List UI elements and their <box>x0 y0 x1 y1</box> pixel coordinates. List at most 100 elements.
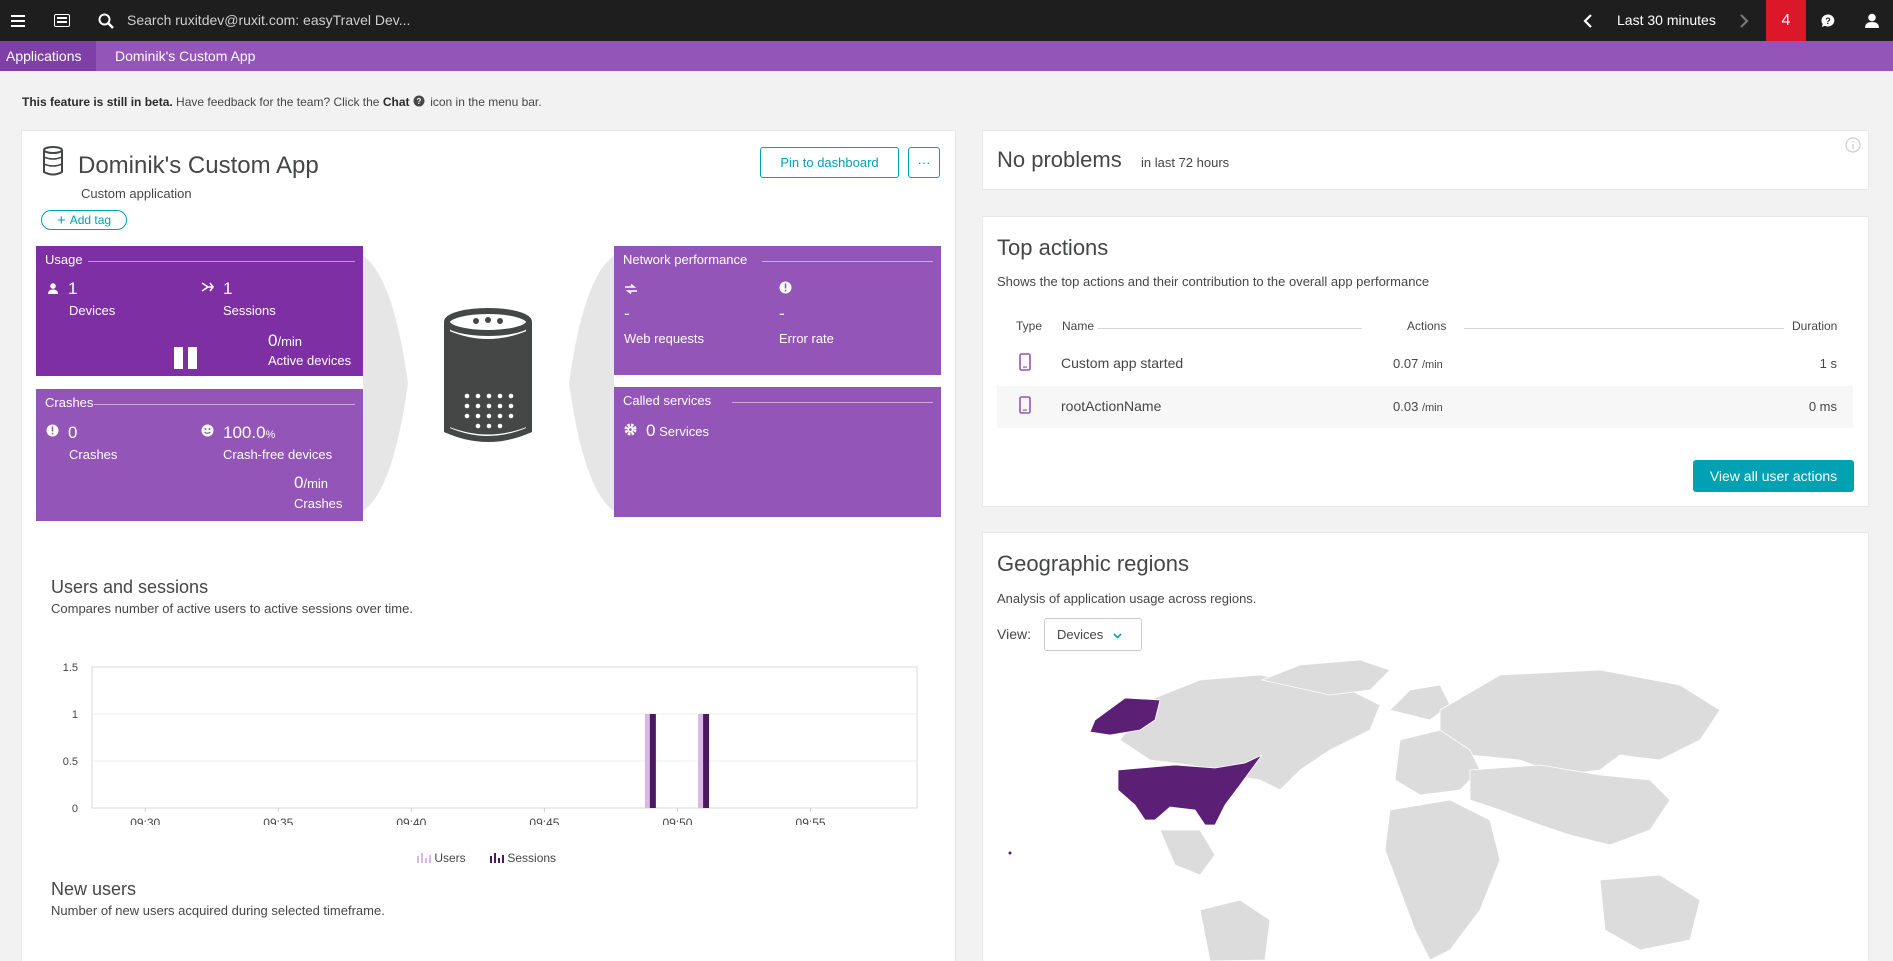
breadcrumb-current: Dominik's Custom App <box>115 48 256 64</box>
problems-indicator[interactable]: 4 <box>1766 0 1806 41</box>
usage-title: Usage <box>45 252 83 267</box>
problems-title: No problems <box>997 147 1122 172</box>
action-duration: 0 ms <box>1808 399 1837 414</box>
devices-label: Devices <box>69 303 116 318</box>
column-header-type[interactable]: Type <box>1016 319 1042 333</box>
dashboard-icon[interactable] <box>50 0 74 41</box>
plus-icon: + <box>56 211 66 229</box>
pause-icon <box>174 347 198 372</box>
legend-users-label: Users <box>434 851 466 865</box>
view-select-value: Devices <box>1057 627 1104 642</box>
previous-timeframe-icon[interactable] <box>1578 0 1598 41</box>
world-map[interactable] <box>1000 660 1720 961</box>
beta-notice-text-end: icon in the menu bar. <box>430 95 542 109</box>
sessions-label: Sessions <box>223 303 276 318</box>
table-row[interactable]: Custom app started 0.07 /min 1 s <box>997 343 1853 385</box>
page-title: Dominik's Custom App <box>78 152 319 179</box>
tile-header-divider <box>94 404 355 405</box>
user-icon[interactable] <box>1860 0 1884 41</box>
breadcrumb: Applications Dominik's Custom App <box>0 41 1893 71</box>
alert-icon <box>46 424 59 440</box>
crashes-rate-unit: /min <box>303 476 329 491</box>
beta-notice: This feature is still in beta. Have feed… <box>22 95 542 109</box>
asia-region <box>1469 764 1671 846</box>
column-header-name[interactable]: Name <box>1062 319 1094 333</box>
pin-to-dashboard-button[interactable]: Pin to dashboard <box>760 147 899 178</box>
south-america-region <box>1199 899 1271 961</box>
top-bar: Search ruxitdev@ruxit.com: easyTravel De… <box>0 0 1893 41</box>
error-rate-label: Error rate <box>779 331 834 346</box>
add-tag-button[interactable]: + Add tag <box>41 210 127 230</box>
svg-text:?: ? <box>416 97 421 106</box>
australia-region <box>1599 874 1701 951</box>
search-input[interactable]: Search ruxitdev@ruxit.com: easyTravel De… <box>127 12 410 28</box>
users-sessions-subtitle: Compares number of active users to activ… <box>51 601 413 616</box>
action-rate-unit: /min <box>1421 359 1443 371</box>
united-states-region <box>1117 754 1263 826</box>
crashes-tile[interactable]: Crashes 0 Crashes 100.0% Crash-free devi… <box>36 389 363 521</box>
legend-sessions-label: Sessions <box>507 851 557 865</box>
beta-notice-chat: Chat <box>382 95 410 109</box>
called-services-tile[interactable]: Called services 0 Services <box>614 387 941 517</box>
geo-subtitle: Analysis of application usage across reg… <box>997 591 1257 606</box>
column-header-actions[interactable]: Actions <box>1407 319 1446 333</box>
users-sessions-chart: 1.5 1 0.5 0 09:30 09:35 09:40 09:45 09:50 09:55 <box>63 662 918 825</box>
russia-region <box>1439 669 1720 776</box>
sessions-bar <box>649 714 656 808</box>
chart-plot-area <box>91 666 918 809</box>
x-tick-label: 09:35 <box>263 816 293 825</box>
devices-value: 1 <box>68 279 78 298</box>
table-row[interactable]: rootActionName 0.03 /min 0 ms <box>997 386 1853 428</box>
column-divider <box>1098 328 1362 329</box>
info-icon[interactable] <box>1845 137 1861 156</box>
error-icon <box>779 281 792 297</box>
usage-tile[interactable]: Usage 1 Devices 1 Sessions 0/min Active … <box>36 246 363 376</box>
action-rate: 0.03 <box>1393 399 1419 414</box>
mobile-device-icon <box>1019 396 1031 417</box>
svg-text:?: ? <box>1825 16 1831 26</box>
database-icon <box>42 146 64 179</box>
action-name[interactable]: Custom app started <box>1061 355 1183 371</box>
sessions-icon <box>201 281 214 296</box>
legend-users[interactable]: Users <box>417 851 466 866</box>
user-icon <box>48 282 58 297</box>
central-america-region <box>1159 829 1216 876</box>
tile-header-divider <box>762 261 933 262</box>
breadcrumb-applications[interactable]: Applications <box>0 41 96 71</box>
breadcrumb-separator <box>86 41 96 71</box>
y-tick-label: 0 <box>72 803 78 815</box>
action-duration: 1 s <box>1819 356 1837 371</box>
legend-users-icon <box>417 852 431 866</box>
geo-title: Geographic regions <box>997 551 1190 576</box>
crashes-value: 0 <box>68 423 78 442</box>
network-title: Network performance <box>623 252 748 267</box>
next-timeframe-icon[interactable] <box>1734 0 1754 41</box>
called-services-title: Called services <box>623 393 712 408</box>
x-tick-label: 09:45 <box>529 816 559 825</box>
search-icon[interactable] <box>94 0 118 41</box>
crashes-rate-label: Crashes <box>294 496 343 511</box>
web-requests-value: - <box>624 304 630 323</box>
beta-notice-bold: This feature is still in beta. <box>22 95 173 109</box>
network-performance-tile[interactable]: Network performance - Web requests - Err… <box>614 246 941 375</box>
view-all-user-actions-button[interactable]: View all user actions <box>1693 460 1854 492</box>
smart-speaker-icon <box>443 308 533 449</box>
crashes-title: Crashes <box>45 395 94 410</box>
beta-notice-text: Have feedback for the team? Click the <box>176 95 380 109</box>
timeframe-selector[interactable]: Last 30 minutes <box>1617 12 1716 28</box>
crash-free-unit: % <box>265 429 276 441</box>
smiley-icon <box>201 424 214 440</box>
crash-free-label: Crash-free devices <box>223 447 333 462</box>
view-select[interactable]: Devices <box>1044 618 1142 651</box>
add-tag-label: Add tag <box>69 213 112 227</box>
hamburger-menu-icon[interactable] <box>6 0 30 41</box>
action-name[interactable]: rootActionName <box>1061 398 1161 414</box>
chat-icon[interactable]: ? <box>1816 0 1840 41</box>
column-header-duration[interactable]: Duration <box>1792 319 1837 333</box>
more-options-button[interactable]: ··· <box>908 147 940 178</box>
top-actions-subtitle: Shows the top actions and their contribu… <box>997 274 1430 289</box>
hawaii-region <box>1008 851 1012 855</box>
legend-sessions[interactable]: Sessions <box>490 851 556 866</box>
problems-subtitle: in last 72 hours <box>1141 155 1230 170</box>
top-actions-title: Top actions <box>997 235 1109 260</box>
